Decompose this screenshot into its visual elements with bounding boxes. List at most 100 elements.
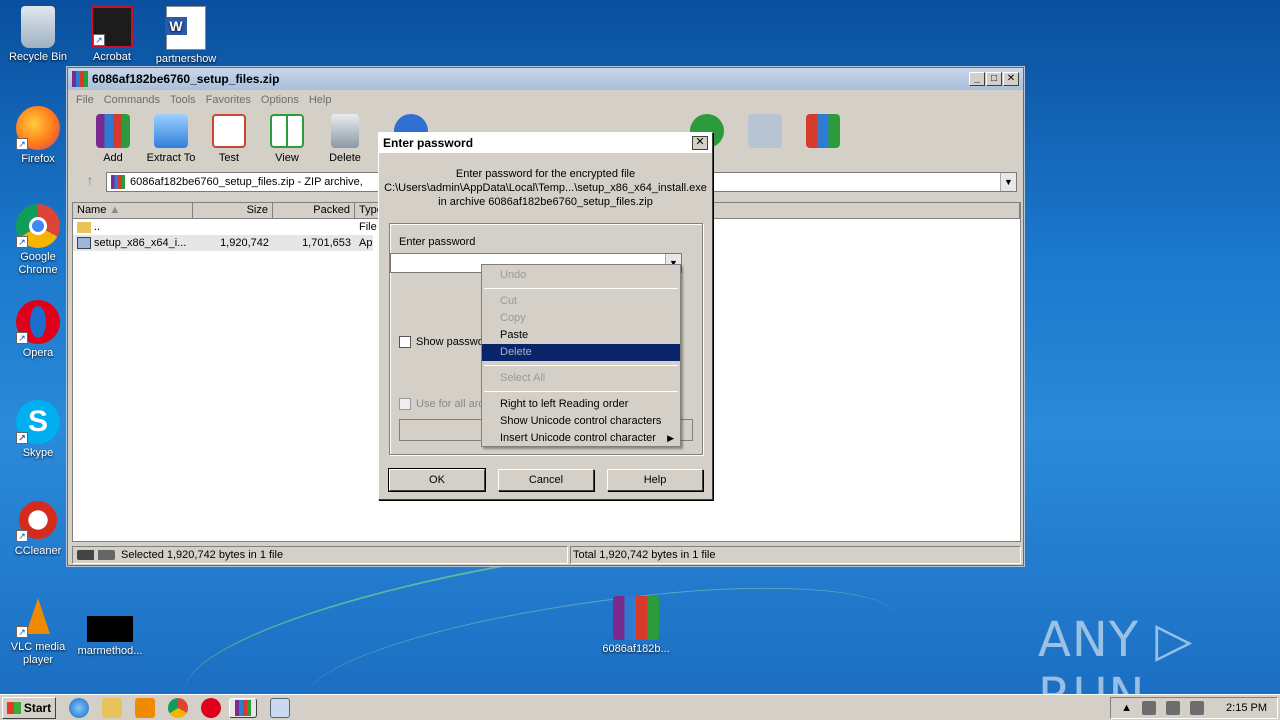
- media-player-icon[interactable]: [135, 697, 155, 718]
- shortcut-arrow-icon: ↗: [16, 332, 28, 344]
- desktop-icon-marmethod[interactable]: marmethod...: [72, 608, 148, 658]
- menu-tools[interactable]: Tools: [166, 94, 202, 106]
- shortcut-arrow-icon: ↗: [16, 432, 28, 444]
- menu-item-cut[interactable]: Cut: [482, 293, 680, 310]
- menu-help[interactable]: Help: [305, 94, 338, 106]
- winrar-icon: [72, 71, 88, 87]
- opera-taskbar-icon[interactable]: [201, 697, 221, 718]
- shortcut-arrow-icon: ↗: [16, 236, 28, 248]
- start-button[interactable]: Start: [2, 696, 56, 719]
- checkbox-box: [399, 398, 411, 410]
- shortcut-arrow-icon: ↗: [93, 34, 105, 46]
- menu-separator: [484, 365, 678, 366]
- taskbar: Start ▲ 2:15 PM: [0, 694, 1280, 720]
- shortcut-arrow-icon: ↗: [16, 530, 28, 542]
- desktop-icon-vlc[interactable]: ↗ VLC media player: [0, 594, 76, 667]
- edit-context-menu[interactable]: Undo Cut Copy Paste Delete Select All Ri…: [481, 264, 681, 447]
- desktop-icon-recycle-bin[interactable]: Recycle Bin: [0, 6, 76, 64]
- menu-separator: [484, 288, 678, 289]
- winrar-taskbar-button[interactable]: [229, 697, 257, 718]
- acrobat-icon: ↗: [91, 6, 133, 48]
- drive-status-icon: [77, 550, 115, 560]
- menu-item-paste[interactable]: Paste: [482, 327, 680, 344]
- address-text: 6086af182be6760_setup_files.zip - ZIP ar…: [130, 176, 363, 188]
- view-button[interactable]: View: [258, 114, 316, 164]
- menu-item-show-unicode[interactable]: Show Unicode control characters: [482, 413, 680, 430]
- dialog-title: Enter password: [383, 136, 474, 150]
- use-for-all-archives-checkbox[interactable]: Use for all arc: [399, 398, 484, 410]
- trash-icon: [331, 114, 359, 148]
- notepad-icon[interactable]: [270, 697, 290, 718]
- window-title: 6086af182be6760_setup_files.zip: [92, 72, 280, 86]
- repair-icon: [806, 114, 840, 148]
- menu-item-rtl-reading-order[interactable]: Right to left Reading order: [482, 396, 680, 413]
- checkbox-box: [399, 336, 411, 348]
- menu-file[interactable]: File: [72, 94, 100, 106]
- column-packed[interactable]: Packed: [273, 203, 355, 219]
- add-button[interactable]: Add: [84, 114, 142, 164]
- desktop-icon-partnershow[interactable]: W partnershow: [148, 6, 224, 66]
- delete-button[interactable]: Delete: [316, 114, 374, 164]
- view-book-icon: [270, 114, 304, 148]
- cancel-button[interactable]: Cancel: [498, 469, 594, 491]
- chevron-down-icon[interactable]: ▼: [1000, 173, 1016, 191]
- chrome-taskbar-icon[interactable]: [168, 697, 188, 718]
- password-label: Enter password: [399, 236, 476, 248]
- desktop-icon-opera[interactable]: ↗ Opera: [0, 300, 76, 360]
- ok-button[interactable]: OK: [388, 468, 486, 492]
- extract-to-button[interactable]: Extract To: [142, 114, 200, 164]
- action-center-flag-icon[interactable]: [1190, 700, 1205, 715]
- desktop-icon-chrome[interactable]: ↗ Google Chrome: [0, 204, 76, 277]
- column-name[interactable]: Name ▲: [73, 203, 193, 219]
- clock[interactable]: 2:15 PM: [1226, 702, 1267, 714]
- skype-icon: S ↗: [16, 400, 60, 444]
- opera-icon: ↗: [16, 300, 60, 344]
- up-arrow-icon[interactable]: ↑: [74, 172, 106, 192]
- minimize-button[interactable]: _: [969, 72, 985, 86]
- window-titlebar[interactable]: 6086af182be6760_setup_files.zip _ □ ✕: [68, 68, 1023, 90]
- help-button[interactable]: Help: [607, 469, 703, 491]
- archive-small-icon: [111, 175, 125, 189]
- ie-icon[interactable]: [69, 697, 89, 718]
- repair-button[interactable]: [794, 114, 852, 152]
- test-button[interactable]: Test: [200, 114, 258, 164]
- menu-bar: File Commands Tools Favorites Options He…: [68, 90, 1023, 110]
- menu-commands[interactable]: Commands: [100, 94, 166, 106]
- exe-file-icon: [77, 237, 91, 249]
- menu-item-copy[interactable]: Copy: [482, 310, 680, 327]
- dialog-titlebar[interactable]: Enter password ✕: [379, 133, 712, 153]
- tray-chevron-up-icon[interactable]: ▲: [1121, 702, 1132, 714]
- table-row[interactable]: setup_x86_x64_i... 1,920,742 1,701,653 A…: [73, 235, 373, 251]
- volume-icon[interactable]: [1142, 700, 1157, 715]
- shortcut-arrow-icon: ↗: [16, 138, 28, 150]
- close-button[interactable]: ✕: [1003, 72, 1019, 86]
- desktop-icon-skype[interactable]: S ↗ Skype: [0, 400, 76, 460]
- vlc-cone-icon: ↗: [16, 594, 60, 638]
- chevron-right-icon: ▶: [667, 433, 674, 443]
- menu-favorites[interactable]: Favorites: [202, 94, 257, 106]
- shortcut-arrow-icon: ↗: [16, 626, 28, 638]
- menu-item-select-all[interactable]: Select All: [482, 370, 680, 387]
- desktop-icon-ccleaner[interactable]: ↗ CCleaner: [0, 498, 76, 558]
- desktop-icon-archive[interactable]: 6086af182b...: [598, 596, 674, 656]
- maximize-button[interactable]: □: [986, 72, 1002, 86]
- chrome-icon: ↗: [16, 204, 60, 248]
- black-file-icon: [87, 616, 133, 642]
- network-icon[interactable]: [1166, 700, 1181, 715]
- menu-options[interactable]: Options: [257, 94, 305, 106]
- dialog-close-icon[interactable]: ✕: [692, 136, 708, 150]
- info-button[interactable]: [736, 114, 794, 152]
- show-password-checkbox[interactable]: Show passwo: [399, 336, 484, 348]
- column-size[interactable]: Size: [193, 203, 273, 219]
- winrar-archive-icon: [613, 596, 659, 640]
- menu-separator: [484, 391, 678, 392]
- menu-item-delete[interactable]: Delete: [482, 344, 680, 361]
- info-icon: [748, 114, 782, 148]
- desktop-icon-acrobat[interactable]: ↗ Acrobat: [74, 6, 150, 64]
- menu-item-insert-unicode[interactable]: Insert Unicode control character ▶: [482, 430, 680, 447]
- system-tray: ▲ 2:15 PM: [1110, 696, 1278, 719]
- desktop-icon-firefox[interactable]: ↗ Firefox: [0, 106, 76, 166]
- explorer-folder-icon[interactable]: [102, 697, 122, 718]
- menu-item-undo[interactable]: Undo: [482, 267, 680, 284]
- status-total: Total 1,920,742 bytes in 1 file: [573, 549, 716, 561]
